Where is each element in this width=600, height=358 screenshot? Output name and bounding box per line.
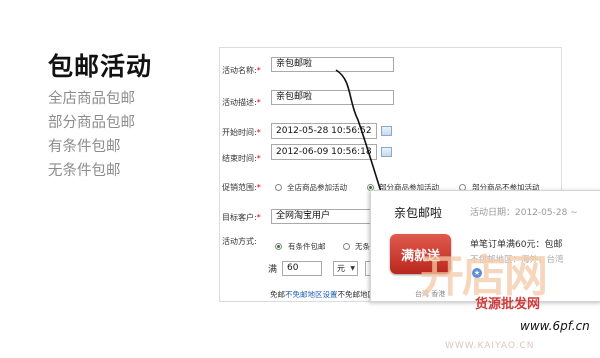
- method-label: 活动方式:: [222, 237, 257, 246]
- end-time-label: 结束时间:*: [222, 154, 261, 163]
- method-option-conditional-label: 有条件包邮: [288, 242, 326, 251]
- preview-condition: 单笔订单满60元：包邮: [470, 240, 563, 250]
- scope-label: 促销范围:*: [222, 183, 261, 192]
- unit-select[interactable]: 元 ▼: [333, 261, 358, 276]
- name-label: 活动名称:*: [222, 66, 261, 75]
- feature-item-conditional: 有条件包邮: [48, 139, 121, 155]
- start-time-label: 开始时间:*: [222, 128, 261, 137]
- watermark-url-secondary: WWW.KAIYAO.CN: [445, 341, 535, 351]
- feature-item-full-store: 全店商品包邮: [48, 91, 135, 107]
- desc-label: 活动描述:*: [222, 98, 261, 107]
- method-radio-unconditional[interactable]: [343, 243, 350, 250]
- scope-radio-all[interactable]: [275, 184, 282, 191]
- feature-item-partial: 部分商品包邮: [48, 115, 135, 131]
- watermark-subtitle: 货源批发网: [475, 297, 541, 312]
- preview-title: 亲包邮啦: [394, 206, 443, 220]
- threshold-amount-input[interactable]: 60: [282, 261, 322, 276]
- feature-item-unconditional: 无条件包邮: [48, 163, 121, 179]
- watermark-logo: 开店网: [420, 251, 548, 302]
- watermark-url: www.6pf.cn: [520, 319, 590, 333]
- method-radio-conditional[interactable]: [275, 243, 282, 250]
- threshold-prefix: 满: [268, 265, 278, 275]
- target-customer-label: 目标客户:*: [222, 213, 261, 222]
- region-settings-link[interactable]: 不免邮地区设置: [285, 290, 338, 299]
- method-option-unconditional-label: 无条件包邮: [355, 243, 371, 251]
- page-title: 包邮活动: [48, 52, 153, 81]
- preview-date: 活动日期：2012-05-28 ~: [470, 208, 578, 218]
